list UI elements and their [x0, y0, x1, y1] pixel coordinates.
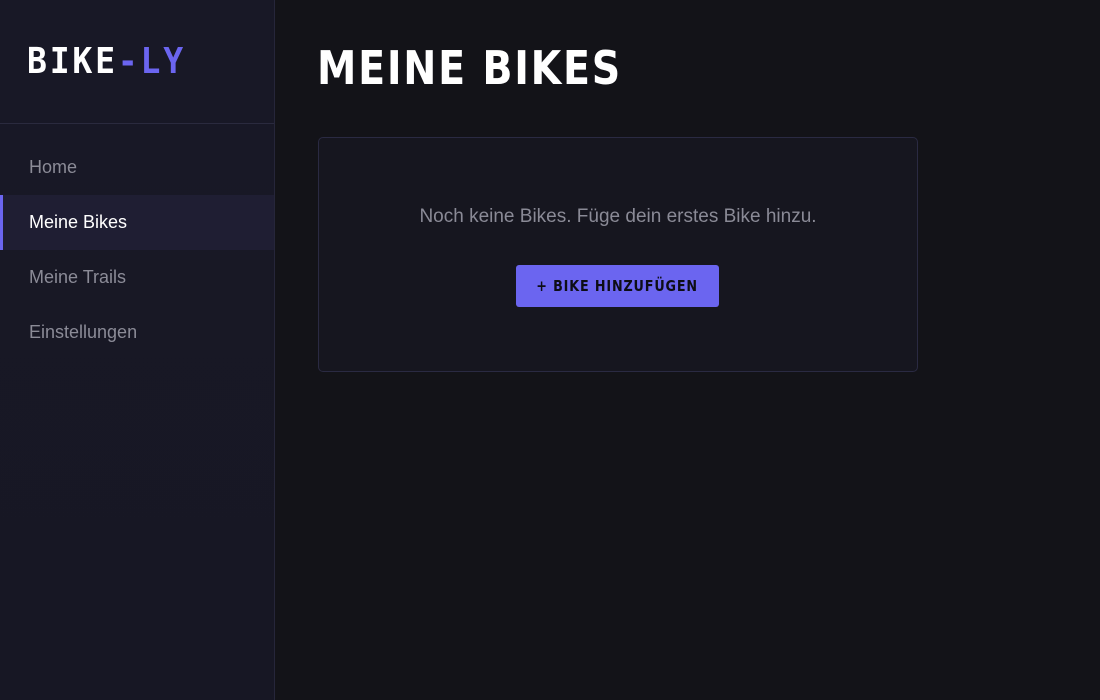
sidebar-item-label: Home: [29, 157, 78, 177]
sidebar-item-einstellungen[interactable]: Einstellungen: [0, 305, 274, 360]
logo-area: BIKE-LY: [0, 0, 274, 124]
page-title: MEINE BIKES: [317, 41, 622, 95]
sidebar-item-label: Meine Bikes: [29, 212, 128, 232]
logo-text-accent: -LY: [117, 41, 186, 82]
sidebar-item-home[interactable]: Home: [0, 140, 274, 195]
app-window: BIKE-LY Home Meine Bikes Meine Trails Ei…: [0, 0, 1100, 700]
empty-state-card: Noch keine Bikes. Füge dein erstes Bike …: [318, 137, 918, 372]
sidebar: BIKE-LY Home Meine Bikes Meine Trails Ei…: [0, 0, 275, 700]
add-bike-button-label: + BIKE HINZUFÜGEN: [536, 277, 699, 295]
sidebar-item-label: Meine Trails: [29, 267, 127, 287]
add-bike-button[interactable]: + BIKE HINZUFÜGEN: [516, 265, 719, 307]
sidebar-nav: Home Meine Bikes Meine Trails Einstellun…: [0, 124, 274, 360]
empty-state-message: Noch keine Bikes. Füge dein erstes Bike …: [419, 206, 817, 227]
logo-text-primary: BIKE: [27, 41, 118, 82]
app-logo[interactable]: BIKE-LY: [27, 42, 186, 82]
sidebar-item-label: Einstellungen: [29, 322, 138, 342]
main-content: MEINE BIKES Noch keine Bikes. Füge dein …: [275, 0, 1100, 700]
sidebar-item-meine-bikes[interactable]: Meine Bikes: [0, 195, 274, 250]
sidebar-item-meine-trails[interactable]: Meine Trails: [0, 250, 274, 305]
